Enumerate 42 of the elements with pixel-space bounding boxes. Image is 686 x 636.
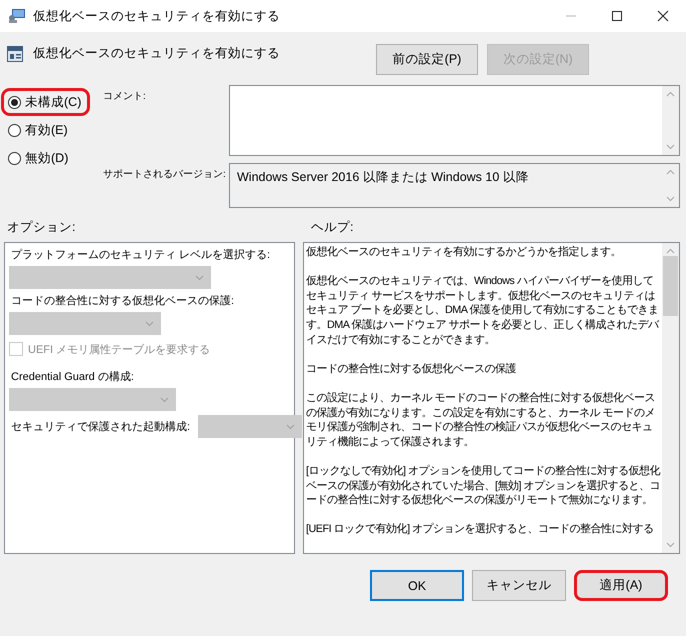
cancel-button[interactable]: キャンセル xyxy=(472,570,566,601)
radio-option[interactable]: 有効(E) xyxy=(1,116,77,144)
apply-button[interactable]: 適用(A) xyxy=(574,570,668,601)
help-paragraph: [UEFI ロックで有効化] オプションを選択すると、コードの整合性に対する xyxy=(306,522,655,537)
previous-setting-button[interactable]: 前の設定(P) xyxy=(376,44,478,75)
chevron-down-icon xyxy=(286,424,296,430)
computer-icon xyxy=(8,8,26,24)
scroll-up-icon[interactable] xyxy=(666,91,675,97)
help-label: ヘルプ: xyxy=(311,218,354,236)
policy-title: 仮想化ベースのセキュリティを有効にする xyxy=(33,45,280,62)
close-icon[interactable] xyxy=(657,10,669,22)
option-label: Credential Guard の構成: xyxy=(10,370,134,384)
option-label: セキュリティで保護された起動構成: xyxy=(10,420,190,434)
scroll-up-icon[interactable] xyxy=(666,169,675,175)
comment-label: コメント: xyxy=(102,90,147,104)
help-paragraph: 仮想化ベースのセキュリティでは、Windows ハイパーバイザーを使用してセキュリティ サービスをサポートします。仮想化ベースのセキュリティはセキュア ブートを必要とし、DMA 保護を使用して有効にすることもできます。DMA 保護はハードウェア サポートを必要とし、正しく構成されたデバイスだけで有効にすることができます。 xyxy=(306,274,660,348)
chevron-down-icon xyxy=(195,275,204,281)
help-paragraph: コードの整合性に対する仮想化ベースの保護 xyxy=(306,362,517,376)
ok-button[interactable]: OK xyxy=(370,570,464,601)
scroll-up-icon[interactable] xyxy=(666,248,675,254)
scroll-thumb[interactable] xyxy=(663,256,678,316)
options-label: オプション: xyxy=(6,218,76,236)
supported-field: Windows Server 2016 以降または Windows 10 以降 xyxy=(229,163,680,208)
scroll-down-icon[interactable] xyxy=(666,144,675,150)
option-label: コードの整合性に対する仮想化ベースの保護: xyxy=(10,294,234,308)
chevron-down-icon xyxy=(160,397,169,403)
window-title: 仮想化ベースのセキュリティを有効にする xyxy=(33,8,281,24)
help-paragraph: この設定により、カーネル モードのコードの整合性に対する仮想化ベースの保護が有効になります。この設定を有効にすると、カーネル モードのメモリ保護が強制され、コードの整合性の検証パスが仮想化ベースのセキュリティ機能によって保護されます。 xyxy=(306,390,656,450)
comment-field[interactable] xyxy=(229,85,680,156)
policy-icon xyxy=(7,46,23,62)
radio-option[interactable]: 無効(D) xyxy=(1,144,78,172)
help-paragraph: [ロックなしで有効化] オプションを使用してコードの整合性に対する仮想化ベースの保護が有効化されていた場合、[無効] オプションを選択すると、コードの整合性に対する仮想化ベースの保護がリモートで無効になります。 xyxy=(306,464,662,508)
radio-option[interactable]: 未構成(C) xyxy=(1,88,90,116)
chevron-down-icon xyxy=(145,321,154,327)
help-paragraph: 仮想化ベースのセキュリティを有効にするかどうかを指定します。 xyxy=(306,245,622,260)
option-label: プラットフォームのセキュリティ レベルを選択する: xyxy=(10,248,270,262)
scroll-down-icon[interactable] xyxy=(666,542,675,548)
scrollbar[interactable] xyxy=(662,86,679,155)
maximize-icon[interactable] xyxy=(611,10,623,22)
scrollbar[interactable] xyxy=(662,243,679,553)
supported-label: サポートされるバージョン: xyxy=(102,168,227,182)
scroll-down-icon[interactable] xyxy=(666,196,675,202)
